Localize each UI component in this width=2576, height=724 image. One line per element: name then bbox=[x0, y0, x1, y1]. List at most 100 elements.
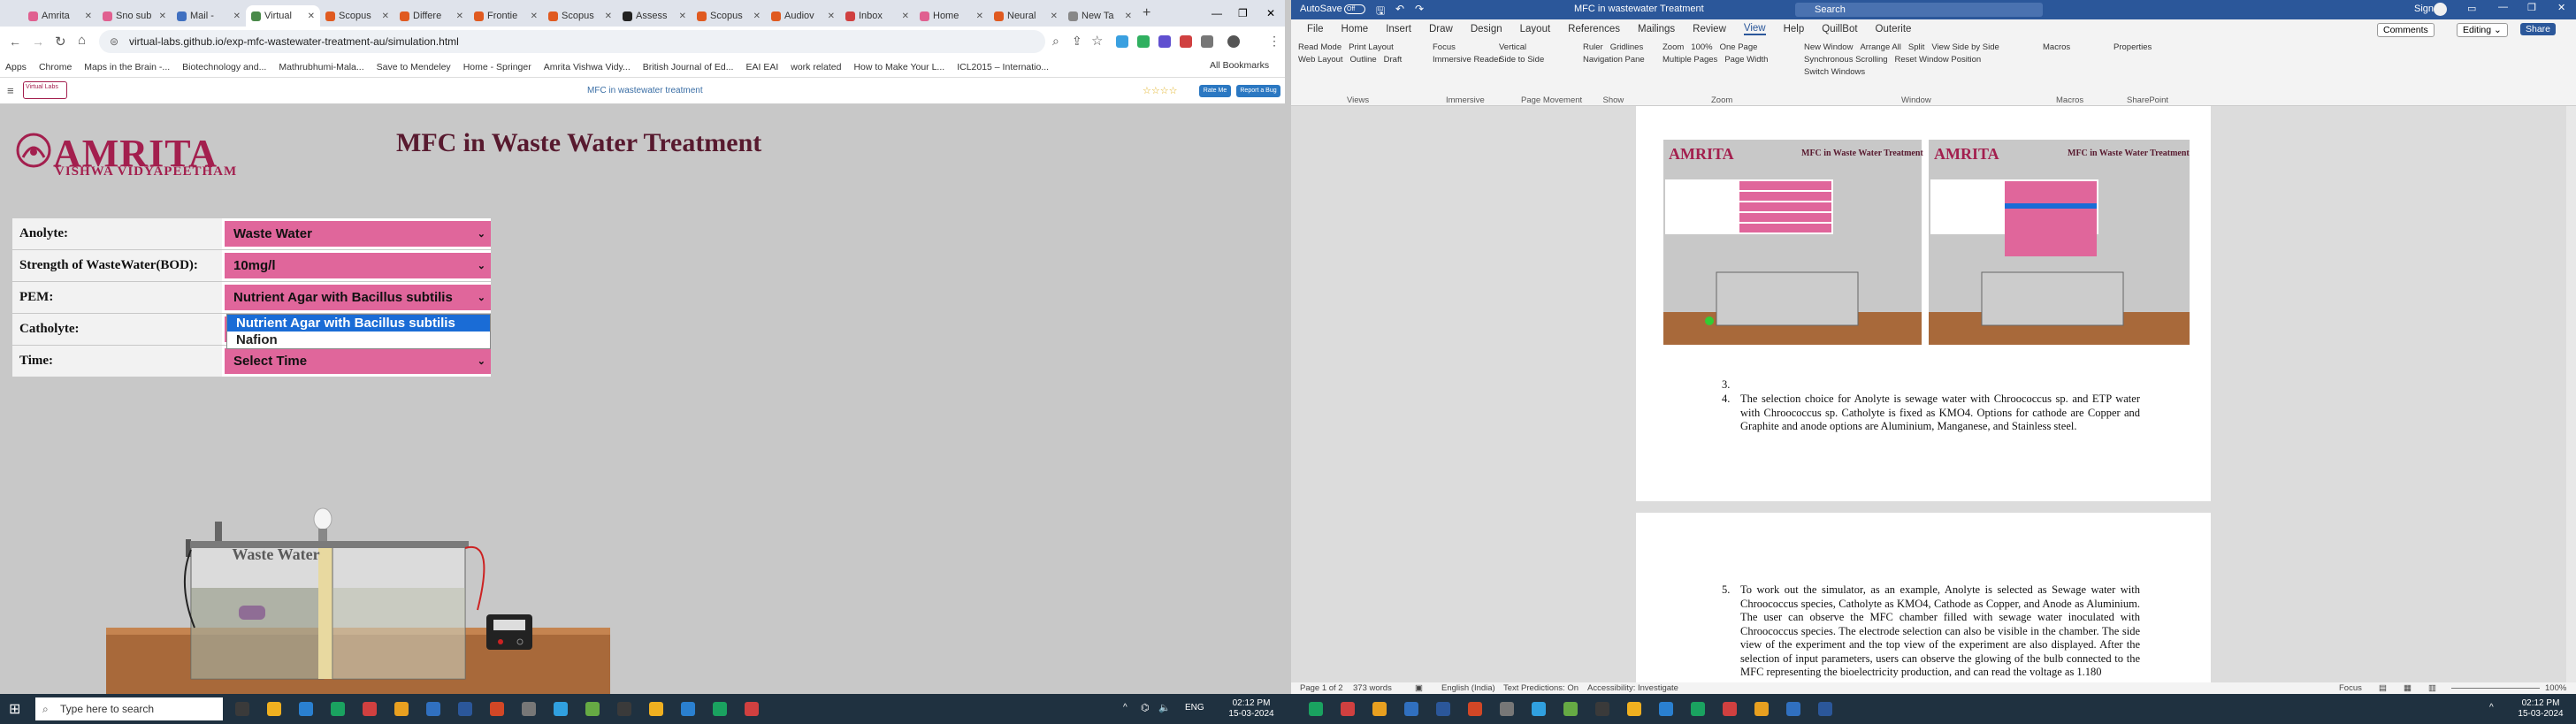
maximize-icon[interactable]: ❐ bbox=[1238, 7, 1248, 19]
taskbar-app-icon[interactable] bbox=[1309, 702, 1323, 716]
tab-close-icon[interactable]: ✕ bbox=[605, 11, 612, 21]
taskbar-search[interactable]: ⌕ Type here to search bbox=[35, 697, 223, 720]
bookmark-item[interactable]: Maps in the Brain -... bbox=[84, 62, 170, 72]
rate-me-button[interactable]: Rate Me bbox=[1199, 85, 1231, 97]
taskbar-app-icon[interactable] bbox=[331, 702, 345, 716]
tab-close-icon[interactable]: ✕ bbox=[902, 11, 909, 21]
anolyte-select[interactable]: Waste Water ⌄ bbox=[225, 221, 491, 247]
taskbar-app-icon[interactable] bbox=[1595, 702, 1609, 716]
browser-tab[interactable]: Virtual ✕ bbox=[246, 5, 320, 27]
language-status[interactable]: English (India) bbox=[1441, 683, 1495, 693]
word-menu-item[interactable]: QuillBot bbox=[1822, 24, 1857, 34]
bookmark-item[interactable]: Mathrubhumi-Mala... bbox=[279, 62, 363, 72]
ribbon-button[interactable]: Reset Window Position bbox=[1895, 55, 1982, 65]
word-menu-item[interactable]: Help bbox=[1784, 24, 1805, 34]
star-icon[interactable]: ☆ bbox=[1091, 33, 1103, 49]
bookmark-item[interactable]: Apps bbox=[5, 62, 27, 72]
clock[interactable]: 02:12 PM 15-03-2024 bbox=[2510, 698, 2572, 720]
taskbar-app-icon[interactable] bbox=[1372, 702, 1387, 716]
home-icon[interactable]: ⌂ bbox=[78, 33, 86, 48]
taskbar-app-icon[interactable] bbox=[1659, 702, 1673, 716]
taskbar-app-icon[interactable] bbox=[1691, 702, 1705, 716]
undo-icon[interactable]: ↶ bbox=[1395, 3, 1404, 15]
taskbar-app-icon[interactable] bbox=[267, 702, 281, 716]
puzzle-icon[interactable] bbox=[1201, 35, 1213, 48]
word-count[interactable]: 373 words bbox=[1353, 683, 1392, 693]
word-menu-item[interactable]: Design bbox=[1471, 24, 1502, 34]
reload-icon[interactable]: ↻ bbox=[55, 34, 66, 50]
taskbar-app-icon[interactable] bbox=[426, 702, 440, 716]
taskbar-app-icon[interactable] bbox=[1818, 702, 1832, 716]
forward-icon[interactable]: → bbox=[32, 34, 44, 49]
tab-close-icon[interactable]: ✕ bbox=[828, 11, 835, 21]
web-layout-icon[interactable]: ▥ bbox=[2428, 683, 2436, 693]
extension-icon[interactable] bbox=[1180, 35, 1192, 48]
site-logo[interactable]: Virtual Labs bbox=[23, 81, 67, 99]
ribbon-button[interactable]: One Page bbox=[1720, 42, 1758, 52]
tab-close-icon[interactable]: ✕ bbox=[679, 11, 686, 21]
ribbon-button[interactable]: Arrange All bbox=[1860, 42, 1900, 52]
minimize-icon[interactable]: — bbox=[2498, 2, 2508, 12]
zoom-icon[interactable]: ⌕ bbox=[1052, 34, 1059, 49]
list-item-5-text[interactable]: To work out the simulator, as an example… bbox=[1740, 583, 2140, 682]
vertical-scrollbar[interactable] bbox=[2566, 106, 2576, 682]
pem-select[interactable]: Nutrient Agar with Bacillus subtilis ⌄ bbox=[225, 285, 491, 310]
tab-close-icon[interactable]: ✕ bbox=[456, 11, 463, 21]
ribbon-button[interactable]: Page Width bbox=[1724, 55, 1768, 65]
ribbon-button[interactable]: Synchronous Scrolling bbox=[1804, 55, 1888, 65]
ribbon-button[interactable]: 100% bbox=[1691, 42, 1712, 52]
tab-close-icon[interactable]: ✕ bbox=[308, 11, 315, 21]
tab-close-icon[interactable]: ✕ bbox=[382, 11, 389, 21]
ribbon-button[interactable]: Focus bbox=[1433, 42, 1456, 52]
dropdown-option[interactable]: Nutrient Agar with Bacillus subtilis bbox=[227, 315, 490, 332]
taskbar-app-icon[interactable] bbox=[1627, 702, 1641, 716]
ribbon-button[interactable]: View Side by Side bbox=[1931, 42, 1999, 52]
browser-tab[interactable]: Frontie ✕ bbox=[469, 5, 543, 27]
save-icon[interactable]: 🖫 bbox=[1376, 3, 1385, 21]
taskbar-app-icon[interactable] bbox=[1436, 702, 1450, 716]
tray-chevron-icon[interactable]: ^ bbox=[1123, 703, 1127, 713]
taskbar-app-icon[interactable] bbox=[522, 702, 536, 716]
word-menu-item[interactable]: Insert bbox=[1386, 24, 1411, 34]
bookmark-item[interactable]: Chrome bbox=[39, 62, 72, 72]
extension-icon[interactable] bbox=[1137, 35, 1150, 48]
zoom-level[interactable]: 100% bbox=[2545, 683, 2566, 693]
tab-close-icon[interactable]: ✕ bbox=[233, 11, 241, 21]
redo-icon[interactable]: ↷ bbox=[1415, 3, 1424, 15]
editing-button[interactable]: Editing ⌄ bbox=[2457, 23, 2508, 37]
ribbon-button[interactable]: Immersive Reader bbox=[1433, 55, 1502, 65]
browser-tab[interactable]: Mail - ✕ bbox=[172, 5, 246, 27]
ribbon-button[interactable]: Side to Side bbox=[1499, 55, 1544, 65]
word-menu-item[interactable]: Home bbox=[1342, 24, 1369, 34]
word-menu-item[interactable]: View bbox=[1743, 23, 1766, 35]
tab-close-icon[interactable]: ✕ bbox=[1051, 11, 1058, 21]
browser-tab[interactable]: Sno sub ✕ bbox=[97, 5, 172, 27]
zoom-slider[interactable] bbox=[2451, 688, 2540, 689]
bookmark-item[interactable]: work related bbox=[791, 62, 841, 72]
ribbon-button[interactable]: Ruler bbox=[1583, 42, 1603, 52]
word-search-box[interactable]: Search bbox=[1795, 3, 2043, 17]
page-count[interactable]: Page 1 of 2 bbox=[1300, 683, 1343, 693]
ribbon-button[interactable]: Vertical bbox=[1499, 42, 1526, 52]
print-layout-icon[interactable]: ▦ bbox=[2404, 683, 2412, 693]
browser-tab[interactable]: Home ✕ bbox=[914, 5, 989, 27]
taskbar-app-icon[interactable] bbox=[458, 702, 472, 716]
bookmark-item[interactable]: ICL2015 – Internatio... bbox=[957, 62, 1049, 72]
tab-close-icon[interactable]: ✕ bbox=[976, 11, 983, 21]
taskbar-app-icon[interactable] bbox=[681, 702, 695, 716]
bookmark-item[interactable]: Amrita Vishwa Vidy... bbox=[544, 62, 631, 72]
url-input[interactable]: ⊜ virtual-labs.github.io/exp-mfc-wastewa… bbox=[99, 30, 1045, 53]
word-menu-item[interactable]: Outerite bbox=[1876, 24, 1912, 34]
user-avatar[interactable] bbox=[2434, 3, 2447, 16]
ribbon-button[interactable]: Web Layout bbox=[1298, 55, 1343, 65]
proofing-icon[interactable]: ▣ bbox=[1415, 683, 1423, 693]
hamburger-icon[interactable]: ≡ bbox=[7, 84, 14, 97]
browser-tab[interactable]: Scopus ✕ bbox=[320, 5, 394, 27]
dropdown-option[interactable]: Nafion bbox=[227, 332, 490, 348]
tab-close-icon[interactable]: ✕ bbox=[85, 11, 92, 21]
ribbon-button[interactable]: Draft bbox=[1384, 55, 1403, 65]
taskbar-app-icon[interactable] bbox=[1723, 702, 1737, 716]
taskbar-app-icon[interactable] bbox=[1532, 702, 1546, 716]
taskbar-app-icon[interactable] bbox=[1341, 702, 1355, 716]
comments-button[interactable]: Comments bbox=[2377, 23, 2435, 37]
